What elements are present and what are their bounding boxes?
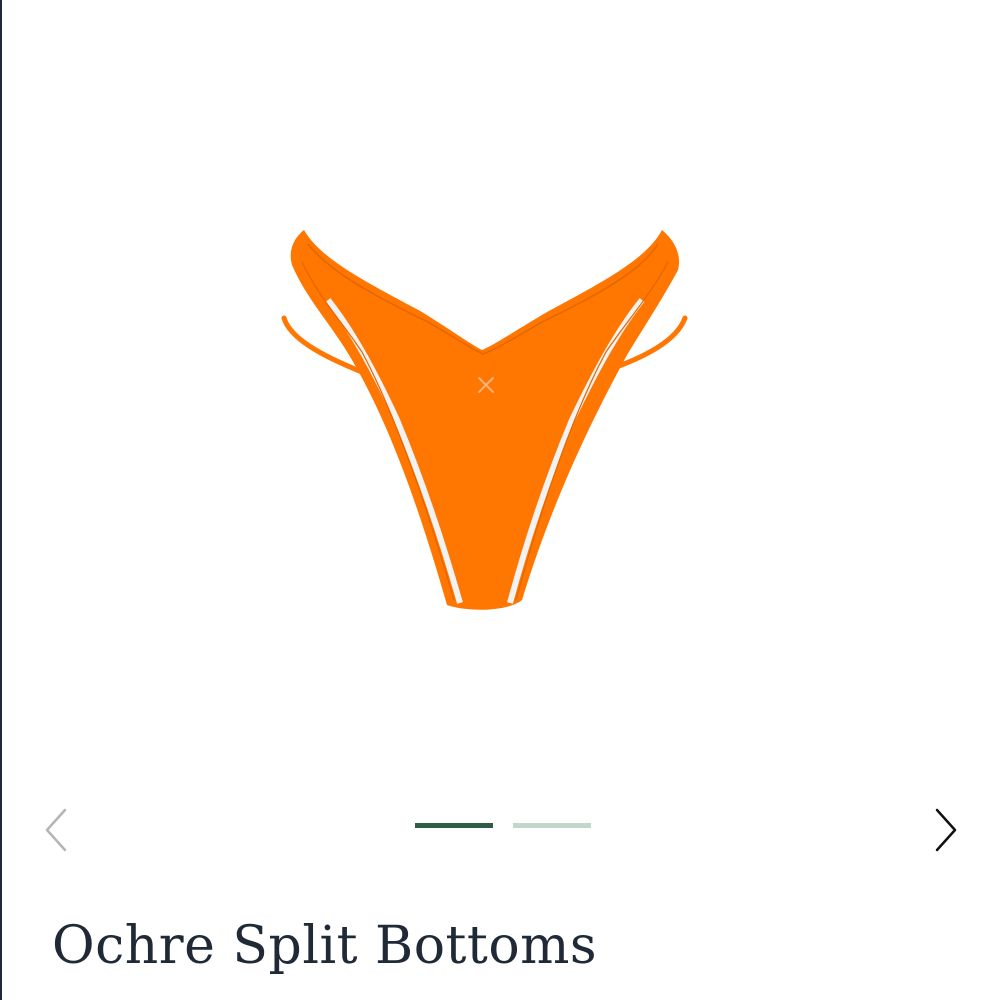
previous-image-button[interactable]: [26, 800, 86, 860]
chevron-left-icon: [45, 808, 67, 852]
product-title: Ochre Split Bottoms: [52, 916, 598, 976]
outer-trim: [290, 230, 680, 610]
product-gallery: [2, 0, 1000, 880]
product-image: [2, 0, 1000, 780]
next-image-button[interactable]: [916, 800, 976, 860]
bikini-bottom-illustration: [281, 230, 688, 610]
slide-indicator-1[interactable]: [415, 823, 493, 828]
slide-indicators: [415, 823, 591, 828]
slide-indicator-2[interactable]: [513, 823, 591, 828]
product-page: Ochre Split Bottoms: [0, 0, 1000, 1000]
chevron-right-icon: [935, 808, 957, 852]
